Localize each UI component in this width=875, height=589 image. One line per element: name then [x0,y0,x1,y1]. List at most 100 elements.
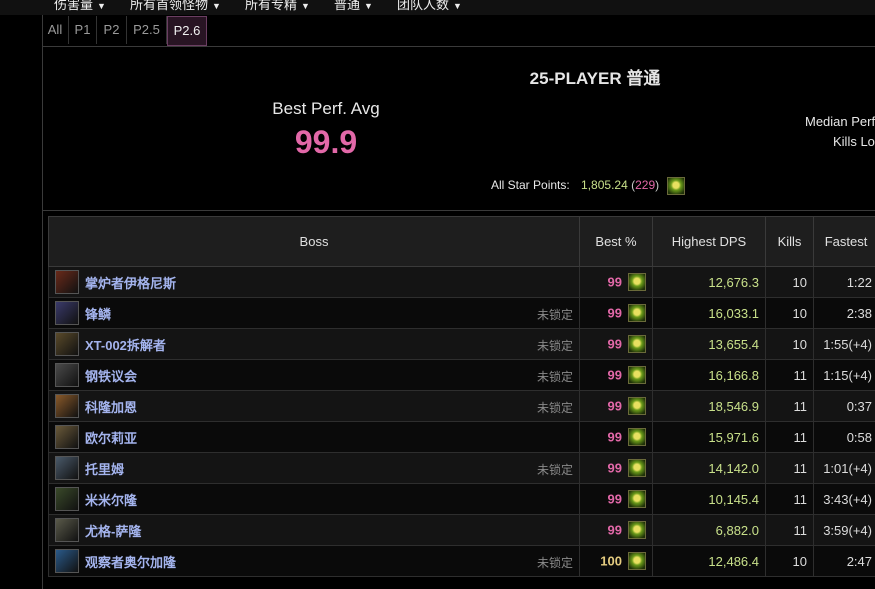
fastest-column-header[interactable]: Fastest [813,216,875,267]
spec-icon [628,304,646,322]
spec-icon [628,459,646,477]
raid-size-dropdown[interactable]: 团队人数 ▼ [397,0,462,13]
kills-cell: 11 [765,359,814,391]
table-row[interactable]: 观察者奥尔加隆 未锁定 100 12,486.4 10 2:47 [48,545,875,577]
best-percent-value: 99 [607,336,622,352]
boss-portrait-icon [55,332,79,356]
unlocked-label: 未锁定 [536,370,573,384]
raid-title: 25-PLAYER 普通 [529,69,661,88]
kills-logged-label: Kills Lo [833,134,875,149]
boss-portrait-icon [55,394,79,418]
best-percent-value: 99 [607,522,622,538]
chevron-down-icon: ▼ [212,1,221,11]
kills-cell: 11 [765,452,814,484]
best-percent-value: 99 [607,460,622,476]
table-row[interactable]: 钢铁议会 未锁定 99 16,166.8 11 1:15(+4) [48,359,875,391]
left-divider [42,15,43,589]
difficulty-dropdown[interactable]: 普通 ▼ [334,0,373,13]
best-percent-value: 100 [600,553,622,569]
spec-icon [628,521,646,539]
chevron-down-icon: ▼ [97,1,106,11]
metric-dropdown[interactable]: 伤害量 ▼ [54,0,106,13]
boss-filter-dropdown[interactable]: 所有首领怪物 ▼ [130,0,221,13]
table-row[interactable]: XT-002拆解者 未锁定 99 13,655.4 10 1:55(+4) [48,328,875,360]
best-percent-value: 99 [607,429,622,445]
best-percent-value: 99 [607,305,622,321]
spec-icon [628,397,646,415]
boss-rankings-table: Boss Best % Highest DPS Kills Fastest 掌炉… [48,216,875,577]
best-percent-column-header[interactable]: Best % [579,216,653,267]
table-row[interactable]: 锋鳞 未锁定 99 16,033.1 10 2:38 [48,297,875,329]
kills-cell: 10 [765,328,814,360]
fastest-cell: 3:43(+4) [813,483,875,515]
fastest-cell: 2:47 [813,545,875,577]
best-percent-cell: 99 [579,359,653,391]
highest-dps-cell: 16,033.1 [652,297,766,329]
table-row[interactable]: 尤格-萨隆 99 6,882.0 11 3:59(+4) [48,514,875,546]
top-filter-bar: 伤害量 ▼ 所有首领怪物 ▼ 所有专精 ▼ 普通 ▼ 团队人数 ▼ [0,0,875,15]
unlocked-label: 未锁定 [536,401,573,415]
table-header-row: Boss Best % Highest DPS Kills Fastest [48,216,875,267]
divider [42,46,875,47]
best-percent-cell: 99 [579,390,653,422]
tab-all[interactable]: All [42,16,69,44]
tab-p2[interactable]: P2 [97,16,127,44]
highest-dps-cell: 18,546.9 [652,390,766,422]
best-percent-cell: 99 [579,421,653,453]
boss-name-link[interactable]: 尤格-萨隆 [85,524,141,539]
boss-name-link[interactable]: 米米尔隆 [85,493,137,508]
table-row[interactable]: 托里姆 未锁定 99 14,142.0 11 1:01(+4) [48,452,875,484]
tab-p1[interactable]: P1 [69,16,97,44]
unlocked-label: 未锁定 [536,339,573,353]
unlocked-label: 未锁定 [536,463,573,477]
kills-column-header[interactable]: Kills [765,216,814,267]
boss-cell: 掌炉者伊格尼斯 [48,266,580,298]
boss-portrait-icon [55,549,79,573]
boss-cell: 锋鳞 未锁定 [48,297,580,329]
tab-p2-5[interactable]: P2.5 [127,16,167,44]
boss-cell: 托里姆 未锁定 [48,452,580,484]
best-percent-value: 99 [607,274,622,290]
fastest-cell: 3:59(+4) [813,514,875,546]
boss-cell: 欧尔莉亚 [48,421,580,453]
table-row[interactable]: 科隆加恩 未锁定 99 18,546.9 11 0:37 [48,390,875,422]
best-percent-cell: 99 [579,297,653,329]
highest-dps-cell: 6,882.0 [652,514,766,546]
best-percent-cell: 99 [579,266,653,298]
highest-dps-column-header[interactable]: Highest DPS [652,216,766,267]
kills-cell: 11 [765,514,814,546]
boss-name-link[interactable]: 欧尔莉亚 [85,431,137,446]
boss-name-link[interactable]: 观察者奥尔加隆 [85,555,176,570]
fastest-cell: 0:37 [813,390,875,422]
best-percent-cell: 99 [579,452,653,484]
unlocked-label: 未锁定 [536,308,573,322]
highest-dps-cell: 16,166.8 [652,359,766,391]
highest-dps-cell: 10,145.4 [652,483,766,515]
highest-dps-cell: 14,142.0 [652,452,766,484]
table-row[interactable]: 掌炉者伊格尼斯 99 12,676.3 10 1:22 [48,266,875,298]
kills-cell: 10 [765,297,814,329]
boss-portrait-icon [55,363,79,387]
boss-name-link[interactable]: 掌炉者伊格尼斯 [85,276,176,291]
chevron-down-icon: ▼ [453,1,462,11]
table-row[interactable]: 欧尔莉亚 99 15,971.6 11 0:58 [48,421,875,453]
spec-icon [628,335,646,353]
tab-p2-6[interactable]: P2.6 [167,16,207,46]
boss-name-link[interactable]: 科隆加恩 [85,400,137,415]
boss-name-link[interactable]: XT-002拆解者 [85,338,166,353]
best-perf-value: 99.9 [294,124,358,160]
star-points-label: All Star Points: [491,178,570,193]
divider [42,210,875,211]
kills-cell: 11 [765,390,814,422]
best-percent-value: 99 [607,398,622,414]
boss-name-link[interactable]: 锋鳞 [85,307,111,322]
table-row[interactable]: 米米尔隆 99 10,145.4 11 3:43(+4) [48,483,875,515]
boss-name-link[interactable]: 钢铁议会 [85,369,137,384]
raid-size-label: 团队人数 [397,0,450,12]
boss-name-link[interactable]: 托里姆 [85,462,124,477]
fastest-cell: 1:22 [813,266,875,298]
highest-dps-cell: 13,655.4 [652,328,766,360]
boss-column-header[interactable]: Boss [48,216,580,267]
highest-dps-cell: 12,676.3 [652,266,766,298]
spec-filter-dropdown[interactable]: 所有专精 ▼ [245,0,310,13]
